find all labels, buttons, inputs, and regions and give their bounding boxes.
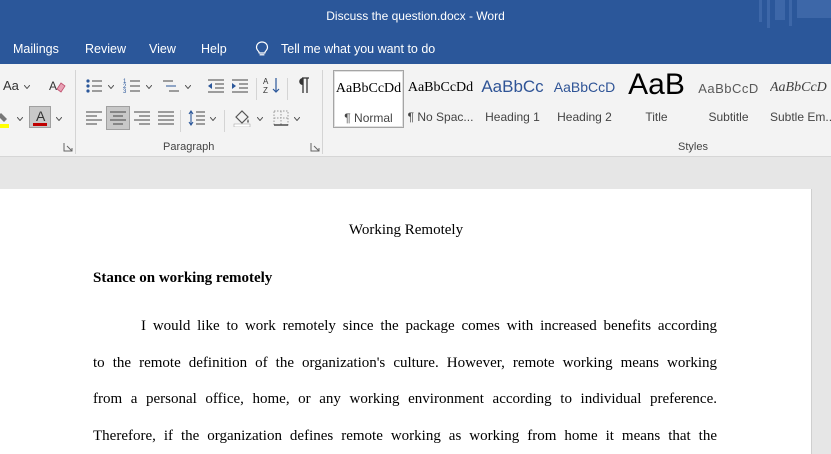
chevron-down-icon	[24, 85, 30, 89]
paragraph-line: to the remote definition of the organiza…	[93, 355, 717, 371]
line-spacing-icon[interactable]	[188, 109, 206, 127]
paragraph-dialog-launcher-icon[interactable]	[310, 142, 320, 152]
document-title: Working Remotely	[348, 222, 464, 238]
style-subtitle[interactable]: AaBbCcD Subtitle	[693, 70, 764, 128]
toolbar-separator	[224, 110, 225, 132]
tab-review[interactable]: Review	[85, 42, 126, 56]
chevron-down-icon	[210, 117, 216, 121]
title-bar: Discuss the question.docx - Word	[0, 0, 831, 34]
font-color-swatch	[33, 123, 47, 126]
style-heading-2[interactable]: AaBbCcD Heading 2	[549, 70, 620, 128]
tab-help[interactable]: Help	[201, 42, 227, 56]
chevron-down-icon	[108, 85, 114, 89]
ribbon-tabs: Mailings Review View Help Tell me what y…	[0, 34, 831, 64]
numbering-icon[interactable]: 1 2 3	[123, 77, 141, 95]
borders-icon[interactable]	[272, 109, 290, 127]
sort-icon[interactable]: A Z	[263, 76, 281, 94]
align-right-icon[interactable]	[133, 109, 151, 127]
svg-text:Z: Z	[263, 86, 268, 94]
svg-text:3: 3	[123, 89, 127, 95]
style-sample: AaBbCcD	[770, 80, 827, 95]
align-left-icon[interactable]	[85, 109, 103, 127]
chevron-down-icon	[17, 117, 23, 121]
chevron-down-icon	[257, 117, 263, 121]
font-color-letter: A	[36, 108, 46, 124]
style-subtle-emphasis[interactable]: AaBbCcD Subtle Em...	[765, 70, 831, 128]
svg-text:A: A	[49, 79, 57, 93]
chevron-down-icon	[56, 117, 62, 121]
bullets-icon[interactable]	[85, 77, 103, 95]
justify-icon[interactable]	[157, 109, 175, 127]
section-heading: Stance on working remotely	[93, 270, 273, 286]
toolbar-separator	[287, 78, 288, 100]
styles-gallery: AaBbCcDd ¶ Normal AaBbCcDd ¶ No Spac... …	[333, 68, 831, 130]
clear-formatting-icon[interactable]: A	[48, 77, 66, 95]
change-case-button[interactable]: Aa	[3, 78, 19, 93]
font-dialog-launcher-icon[interactable]	[63, 142, 73, 152]
chevron-down-icon	[185, 85, 191, 89]
shading-icon[interactable]	[233, 109, 251, 127]
multilevel-list-icon[interactable]	[162, 77, 180, 95]
style-name: Title	[645, 110, 668, 124]
tab-view[interactable]: View	[149, 42, 176, 56]
chevron-down-icon	[294, 117, 300, 121]
style-sample: AaBbCcD	[698, 81, 759, 96]
increase-indent-icon[interactable]	[231, 77, 249, 95]
group-separator	[75, 70, 76, 154]
style-name: ¶ No Spac...	[407, 110, 474, 124]
ribbon: Aa A A 1 2 3 A Z Paragraph AaBbCcDd ¶ No…	[0, 64, 831, 157]
text-highlight-color-icon[interactable]	[0, 110, 15, 128]
style-title[interactable]: AaB Title	[621, 68, 692, 128]
paragraph-line: from a personal office, home, or any wor…	[93, 391, 717, 407]
style-sample: AaBbCcD	[553, 79, 616, 95]
style-name: Heading 1	[485, 110, 540, 124]
svg-text:A: A	[263, 77, 269, 86]
paragraph-line: I would like to work remotely since the …	[141, 318, 717, 334]
tell-me-search[interactable]: Tell me what you want to do	[281, 42, 435, 56]
paragraph-group-label: Paragraph	[163, 141, 215, 153]
align-center-icon	[110, 111, 126, 125]
toolbar-separator	[256, 78, 257, 100]
tab-mailings[interactable]: Mailings	[13, 42, 59, 56]
font-color-button[interactable]: A	[29, 106, 51, 128]
group-separator	[322, 70, 323, 154]
chevron-down-icon	[146, 85, 152, 89]
style-heading-1[interactable]: AaBbCc Heading 1	[477, 70, 548, 128]
toolbar-separator	[180, 110, 181, 132]
style-normal[interactable]: AaBbCcDd ¶ Normal	[333, 70, 404, 128]
style-sample: AaB	[628, 68, 685, 101]
style-name: Subtle Em...	[770, 110, 831, 124]
align-center-button[interactable]	[106, 106, 130, 130]
styles-group-label: Styles	[678, 141, 708, 153]
style-sample: AaBbCc	[481, 77, 544, 96]
paragraph-line: Therefore, if the organization defines r…	[93, 428, 717, 444]
style-name: ¶ Normal	[344, 111, 393, 125]
style-sample: AaBbCcDd	[407, 80, 474, 95]
lightbulb-icon	[255, 41, 269, 56]
document-page[interactable]: Working Remotely Stance on working remot…	[0, 189, 812, 454]
title-bar-decoration	[759, 0, 831, 28]
style-name: Heading 2	[557, 110, 612, 124]
decrease-indent-icon[interactable]	[207, 77, 225, 95]
style-name: Subtitle	[708, 110, 749, 124]
window-title: Discuss the question.docx - Word	[326, 9, 505, 23]
style-sample: AaBbCcDd	[335, 81, 402, 96]
show-hide-formatting-icon[interactable]	[294, 76, 312, 94]
style-no-spacing[interactable]: AaBbCcDd ¶ No Spac...	[405, 70, 476, 128]
